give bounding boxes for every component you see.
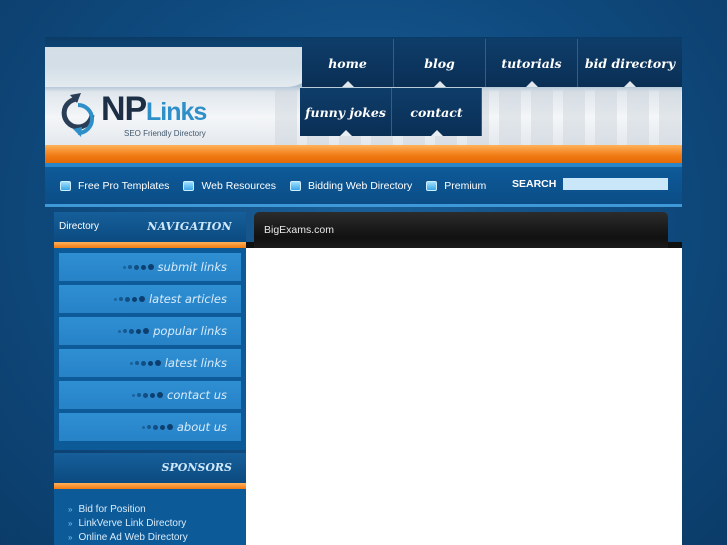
- square-bullet-icon: [60, 181, 71, 191]
- sidebar-item-label: submit links: [157, 260, 227, 274]
- subnav-premium[interactable]: Premium: [426, 180, 486, 192]
- subnav-free-pro-templates[interactable]: Free Pro Templates: [60, 180, 169, 192]
- square-bullet-icon: [183, 181, 195, 191]
- header-swoosh: [45, 47, 325, 87]
- subnav-label: Premium: [444, 180, 487, 192]
- sponsors-title: SPONSORS: [161, 461, 232, 474]
- sponsor-link-linkverve[interactable]: » LinkVerve Link Directory: [68, 518, 186, 529]
- dots-icon: [140, 424, 173, 430]
- dots-icon: [130, 392, 164, 398]
- sidebar-header: Directory NAVIGATION: [54, 212, 246, 242]
- nav-tab-blog[interactable]: blog: [394, 39, 486, 87]
- content-header: BigExams.com: [254, 212, 668, 248]
- header: NP Links SEO Friendly Directory home blo…: [45, 37, 682, 147]
- sidebar-title: NAVIGATION: [147, 220, 232, 233]
- sponsor-link-online-ad[interactable]: » Online Ad Web Directory: [68, 532, 188, 543]
- sidebar-item-submit-links[interactable]: submit links: [59, 253, 241, 281]
- sidebar-item-label: latest articles: [148, 292, 227, 306]
- pointer-arrow-icon: [339, 130, 352, 136]
- sidebar-item-about-us[interactable]: about us: [59, 413, 241, 441]
- sponsor-link-label: LinkVerve Link Directory: [78, 518, 187, 529]
- subnav-label: Bidding Web Directory: [307, 180, 413, 192]
- pointer-arrow-icon: [430, 130, 443, 136]
- sponsors-panel: SPONSORS » Bid for Position » LinkVerve Li…: [54, 453, 246, 545]
- sidebar-item-latest-articles[interactable]: latest articles: [59, 285, 241, 313]
- nav-tab-label: blog: [424, 55, 455, 71]
- double-arrow-icon: »: [68, 533, 73, 542]
- logo-tagline: SEO Friendly Directory: [124, 129, 206, 138]
- nav-tab-home[interactable]: home: [302, 39, 394, 87]
- subnav-bidding-web-directory[interactable]: Bidding Web Directory: [289, 180, 413, 192]
- subnav-label: Free Pro Templates: [78, 180, 170, 192]
- sponsor-link-label: Bid for Position: [78, 504, 146, 515]
- nav-tab-tutorials[interactable]: tutorials: [486, 39, 578, 87]
- pointer-arrow-icon: [525, 81, 538, 87]
- nav-tab-contact[interactable]: contact: [392, 88, 482, 136]
- nav-tab-label: home: [328, 55, 367, 71]
- square-bullet-icon: [426, 181, 438, 191]
- sidebar-item-label: popular links: [153, 324, 227, 338]
- double-arrow-icon: »: [68, 519, 73, 528]
- site-logo[interactable]: NP Links SEO Friendly Directory: [61, 89, 207, 144]
- nav-tab-bid-directory[interactable]: bid directory: [578, 39, 682, 87]
- sidebar-navigation: Directory NAVIGATION submit links latest…: [54, 212, 246, 450]
- dots-icon: [112, 296, 145, 302]
- sidebar-item-latest-links[interactable]: latest links: [59, 349, 241, 377]
- dots-icon: [121, 264, 154, 270]
- sidebar-item-label: about us: [176, 420, 227, 434]
- page-frame: NP Links SEO Friendly Directory home blo…: [45, 37, 682, 545]
- pointer-arrow-icon: [624, 81, 636, 87]
- double-arrow-icon: »: [68, 505, 73, 514]
- sponsors-orange-divider: [54, 483, 246, 489]
- logo-arrows-icon: [61, 93, 95, 137]
- sponsor-link-bid-for-position[interactable]: » Bid for Position: [68, 504, 146, 515]
- nav-tab-label: contact: [410, 104, 463, 120]
- subnav-label: Web Resources: [201, 180, 276, 192]
- search-label: SEARCH: [512, 178, 557, 190]
- nav-tab-label: bid directory: [584, 55, 676, 71]
- nav-tab-label: tutorials: [501, 55, 562, 71]
- square-bullet-icon: [289, 181, 301, 191]
- dots-icon: [116, 328, 150, 334]
- subnav-divider: [45, 204, 682, 207]
- subnav-web-resources[interactable]: Web Resources: [183, 180, 276, 192]
- orange-divider: [45, 145, 682, 163]
- logo-links-text: Links: [146, 98, 207, 126]
- sidebar-orange-divider: [54, 242, 246, 248]
- sidebar-item-label: latest links: [164, 356, 227, 370]
- content-title: BigExams.com: [264, 224, 335, 236]
- logo-np-text: NP: [101, 90, 147, 128]
- search-input[interactable]: [563, 178, 668, 190]
- content-area: [246, 248, 682, 545]
- sidebar-item-popular-links[interactable]: popular links: [59, 317, 241, 345]
- dots-icon: [128, 360, 161, 366]
- nav-tab-funny-jokes[interactable]: funny jokes: [300, 88, 392, 136]
- sidebar-item-label: contact us: [167, 388, 227, 402]
- sidebar-directory-label: Directory: [59, 221, 100, 232]
- pointer-arrow-icon: [433, 81, 446, 87]
- sidebar-item-contact-us[interactable]: contact us: [59, 381, 241, 409]
- sponsors-header: SPONSORS: [54, 453, 246, 483]
- nav-tab-label: funny jokes: [305, 104, 386, 120]
- pointer-arrow-icon: [341, 81, 354, 87]
- sponsor-link-label: Online Ad Web Directory: [78, 532, 188, 543]
